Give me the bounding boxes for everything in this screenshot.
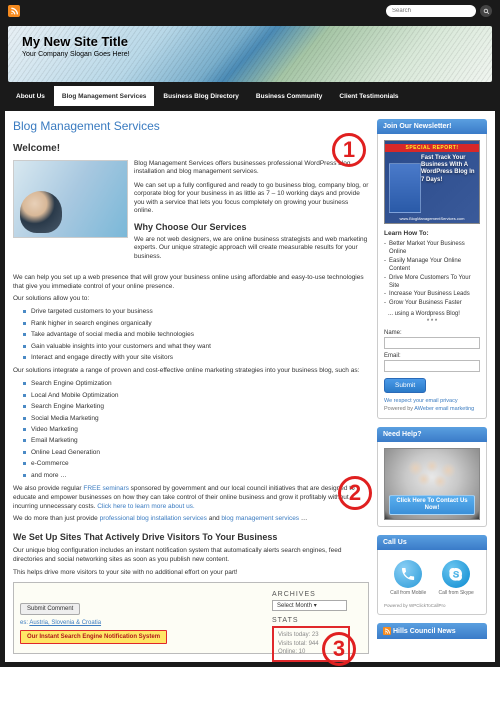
email-label: Email: — [384, 353, 480, 359]
newsletter-head: Join Our Newsletter! — [377, 119, 487, 134]
list-item: Drive More Customers To Your Site — [384, 274, 480, 291]
list-item: e-Commerce — [23, 460, 369, 468]
nav-business-community[interactable]: Business Community — [248, 86, 330, 106]
list-item: Social Media Marketing — [23, 415, 369, 423]
ebook-url: www.BlogManagementServices.com — [385, 216, 479, 221]
list-item: Online Lead Generation — [23, 449, 369, 457]
list-item: Take advantage of social media and mobil… — [23, 331, 369, 339]
name-label: Name: — [384, 330, 480, 336]
header-banner: My New Site Title Your Company Slogan Go… — [8, 26, 492, 82]
site-slogan: Your Company Slogan Goes Here! — [22, 51, 478, 58]
learn-list: Better Market Your Business Online Easil… — [384, 240, 480, 307]
wordpress-line: ... using a Wordpress Blog! — [388, 311, 480, 317]
list-item: Better Market Your Business Online — [384, 240, 480, 257]
notification-screenshot: Submit Comment es: Austria, Slovenia & C… — [13, 582, 369, 654]
list-item: Interact and engage directly with your s… — [23, 354, 369, 362]
search-button[interactable] — [480, 5, 492, 17]
welcome-heading: Welcome! — [13, 143, 369, 154]
solutions-list: Drive targeted customers to your busines… — [23, 308, 369, 362]
callus-widget: Call Us Call from Mobile Call from Skype — [377, 535, 487, 615]
ebook-banner: SPECIAL REPORT! — [385, 144, 479, 152]
skype-label: Call from Skype — [439, 590, 474, 596]
nav-client-testimonials[interactable]: Client Testimonials — [331, 86, 406, 106]
strategies-list: Search Engine Optimization Local And Mob… — [23, 380, 369, 480]
newsletter-widget: Join Our Newsletter! SPECIAL REPORT! Fas… — [377, 119, 487, 419]
setup-heading: We Set Up Sites That Actively Drive Visi… — [13, 532, 369, 542]
site-title: My New Site Title — [22, 34, 478, 49]
list-item: Search Engine Optimization — [23, 380, 369, 388]
skype-icon[interactable] — [442, 560, 470, 588]
help-widget: Need Help? Click Here To Contact Us Now! — [377, 427, 487, 527]
help-head: Need Help? — [377, 427, 487, 442]
why-choose-body: We are not web designers, we are online … — [134, 236, 369, 261]
phone-icon[interactable] — [394, 560, 422, 588]
intro-image — [13, 160, 128, 238]
list-item: Grow Your Business Faster — [384, 299, 480, 307]
list-item: Local And Mobile Optimization — [23, 392, 369, 400]
list-item: Search Engine Marketing — [23, 403, 369, 411]
divider-asterisks: * * * — [384, 319, 480, 325]
nav-about-us[interactable]: About Us — [8, 86, 53, 106]
ebook-title: Fast Track Your Business With A WordPres… — [421, 155, 475, 184]
search-input[interactable] — [386, 5, 476, 17]
rss-icon[interactable] — [8, 5, 20, 17]
callus-head: Call Us — [377, 535, 487, 550]
help-image[interactable]: Click Here To Contact Us Now! — [384, 448, 480, 520]
list-item: Email Marketing — [23, 437, 369, 445]
learn-more-link[interactable]: Click here to learn more about us. — [97, 503, 195, 510]
rss-small-icon — [383, 627, 391, 635]
list-item: Gain valuable insights into your custome… — [23, 343, 369, 351]
archives-label: ARCHIVES — [272, 591, 362, 598]
sidebar: Join Our Newsletter! SPECIAL REPORT! Fas… — [377, 119, 487, 654]
list-item: Easily Manage Your Online Content — [384, 257, 480, 274]
privacy-link[interactable]: We respect your email privacy — [384, 398, 458, 404]
email-input[interactable] — [384, 360, 480, 372]
page-title: Blog Management Services — [13, 119, 369, 133]
integrate-para: Our solutions integrate a range of prove… — [13, 367, 369, 376]
list-item: Rank higher in search engines organicall… — [23, 320, 369, 328]
installation-link[interactable]: professional blog installation services — [100, 515, 207, 522]
places-link: es: Austria, Slovenia & Croatia — [20, 620, 258, 626]
top-bar — [0, 0, 500, 22]
wp-credit: Powered by WPClickToCallPro — [384, 603, 480, 608]
main-nav: About Us Blog Management Services Busine… — [0, 86, 500, 106]
management-link[interactable]: blog management services — [221, 515, 299, 522]
name-input[interactable] — [384, 337, 480, 349]
setup-para-2: This helps drive more visitors to your s… — [13, 569, 369, 578]
setup-para-1: Our unique blog configuration includes a… — [13, 547, 369, 565]
month-select: Select Month ▾ — [272, 600, 347, 611]
newsletter-submit-button[interactable]: Submit — [384, 378, 426, 393]
list-item: and more … — [23, 472, 369, 480]
notification-callout: Our Instant Search Engine Notification S… — [20, 630, 167, 644]
mobile-label: Call from Mobile — [390, 590, 426, 596]
main-content: Blog Management Services Welcome! Blog M… — [13, 119, 369, 654]
intro-para-2: We can set up a fully configured and rea… — [134, 182, 369, 216]
learn-heading: Learn How To: — [384, 230, 480, 237]
contact-overlay: Click Here To Contact Us Now! — [389, 495, 475, 515]
ebook-image[interactable]: SPECIAL REPORT! Fast Track Your Business… — [384, 140, 480, 224]
help-para: We can help you set up a web presence th… — [13, 274, 369, 292]
solutions-intro: Our solutions allow you to: — [13, 295, 369, 304]
free-seminars-link[interactable]: FREE seminars — [83, 485, 129, 492]
more-than-para: We do more than just provide professiona… — [13, 515, 369, 524]
council-head: Hills Council News — [377, 623, 487, 639]
header: My New Site Title Your Company Slogan Go… — [0, 22, 500, 86]
stats-label: STATS — [272, 617, 362, 624]
aweber-link[interactable]: AWeber email marketing — [414, 406, 474, 412]
stats-box: Visits today: 23 Visits total: 944 Onlin… — [272, 626, 350, 661]
submit-comment-button: Submit Comment — [20, 603, 80, 615]
powered-by: Powered by AWeber email marketing — [384, 406, 480, 412]
list-item: Increase Your Business Leads — [384, 290, 480, 298]
list-item: Video Marketing — [23, 426, 369, 434]
why-choose-heading: Why Choose Our Services — [134, 222, 369, 232]
council-widget: Hills Council News — [377, 623, 487, 639]
list-item: Drive targeted customers to your busines… — [23, 308, 369, 316]
nav-blog-management[interactable]: Blog Management Services — [54, 86, 155, 106]
nav-business-directory[interactable]: Business Blog Directory — [155, 86, 247, 106]
intro-para-1: Blog Management Services offers business… — [134, 160, 369, 177]
seminars-para: We also provide regular FREE seminars sp… — [13, 485, 369, 511]
